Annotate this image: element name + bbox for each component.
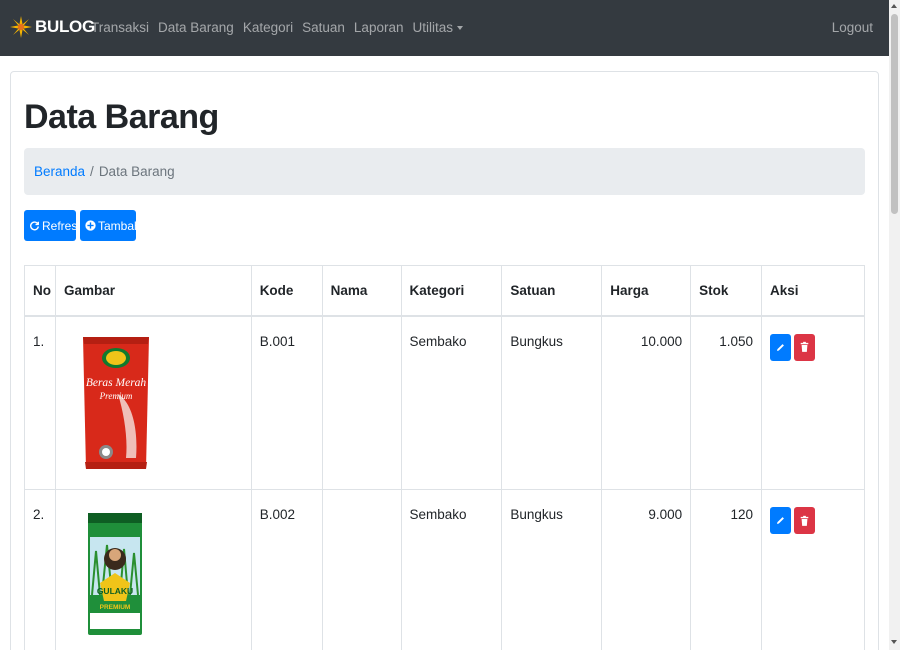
nav-satuan[interactable]: Satuan xyxy=(302,20,345,35)
product-image-gulaku: GULAKU PREMIUM xyxy=(87,513,142,635)
breadcrumb-separator: / xyxy=(90,164,94,179)
cell-nama xyxy=(321,489,402,650)
cell-satuan: Bungkus xyxy=(501,315,603,490)
product-image-text: Beras Merah xyxy=(86,377,147,389)
refresh-label: Refresh xyxy=(42,218,85,233)
cell-aksi xyxy=(761,315,865,490)
cell-kode: B.001 xyxy=(250,315,323,490)
cell-aksi xyxy=(761,489,865,650)
cell-stok: 120 xyxy=(690,489,763,650)
cell-nama xyxy=(321,315,402,490)
cell-satuan: Bungkus xyxy=(501,489,603,650)
tambah-label: Tambah xyxy=(98,218,141,233)
cell-kategori: Sembako xyxy=(400,489,503,650)
header-kode[interactable]: Kode xyxy=(250,265,323,317)
header-nama[interactable]: Nama xyxy=(321,265,402,317)
sun-logo-icon xyxy=(10,16,32,38)
page-title: Data Barang xyxy=(24,98,219,136)
table-row: 1. Beras Merah Premium B.001 Sembako Bun… xyxy=(24,315,865,490)
header-kategori[interactable]: Kategori xyxy=(400,265,503,317)
nav-kategori[interactable]: Kategori xyxy=(243,20,293,35)
refresh-button[interactable]: Refresh xyxy=(24,210,84,241)
brand[interactable]: BULOG xyxy=(10,16,95,38)
cell-harga: 10.000 xyxy=(601,315,692,490)
nav-laporan[interactable]: Laporan xyxy=(354,20,404,35)
nav-utilitas-label: Utilitas xyxy=(412,20,453,35)
header-satuan[interactable]: Satuan xyxy=(501,265,603,317)
scrollbar[interactable] xyxy=(889,0,900,650)
cell-gambar: GULAKU PREMIUM xyxy=(54,489,252,650)
nav-data-barang[interactable]: Data Barang xyxy=(158,20,234,35)
header-harga[interactable]: Harga xyxy=(601,265,692,317)
aksi-buttons xyxy=(770,333,864,361)
cell-gambar: Beras Merah Premium xyxy=(54,315,252,490)
cell-no: 2. xyxy=(24,489,56,650)
nav-menu: Transaksi Data Barang Kategori Satuan La… xyxy=(91,20,472,35)
pencil-icon xyxy=(777,517,784,524)
edit-button[interactable] xyxy=(770,507,792,534)
product-image-text: Premium xyxy=(99,391,133,401)
scroll-thumb[interactable] xyxy=(891,14,898,214)
delete-button[interactable] xyxy=(794,507,816,534)
tambah-button[interactable]: Tambah xyxy=(80,210,141,241)
cell-harga: 9.000 xyxy=(601,489,692,650)
cell-kode: B.002 xyxy=(250,489,323,650)
caret-down-icon xyxy=(456,26,463,31)
header-no[interactable]: No xyxy=(24,265,56,317)
product-image-text: PREMIUM xyxy=(100,604,131,611)
brand-name: BULOG xyxy=(35,17,95,36)
navbar: BULOG Transaksi Data Barang Kategori Sat… xyxy=(0,0,889,56)
trash-icon xyxy=(800,515,809,526)
cell-stok: 1.050 xyxy=(690,315,763,490)
delete-button[interactable] xyxy=(794,333,816,361)
product-image-text: GULAKU xyxy=(97,586,133,596)
edit-button[interactable] xyxy=(770,333,792,361)
cell-kategori: Sembako xyxy=(400,315,503,490)
data-barang-table: No Gambar Kode Nama Kategori Satuan Harg… xyxy=(24,265,865,650)
header-aksi: Aksi xyxy=(761,265,865,317)
nav-transaksi[interactable]: Transaksi xyxy=(91,20,149,35)
pencil-icon xyxy=(777,343,784,351)
logout-link[interactable]: Logout xyxy=(832,20,873,35)
header-gambar[interactable]: Gambar xyxy=(54,265,252,317)
breadcrumb-current: Data Barang xyxy=(98,164,175,179)
trash-icon xyxy=(800,341,809,352)
scroll-down-arrow-icon[interactable] xyxy=(891,640,897,644)
aksi-buttons xyxy=(770,507,864,534)
table-row: 2. GULAKU PREMIUM B.002 Sembako Bungkus … xyxy=(24,489,865,650)
table-header-row: No Gambar Kode Nama Kategori Satuan Harg… xyxy=(24,265,865,317)
scroll-up-arrow-icon[interactable] xyxy=(891,4,897,8)
breadcrumb-home-link[interactable]: Beranda xyxy=(34,164,85,179)
plus-circle-icon xyxy=(85,220,96,231)
breadcrumb: Beranda / Data Barang xyxy=(24,148,865,195)
nav-utilitas-dropdown[interactable]: Utilitas xyxy=(412,20,463,35)
refresh-icon xyxy=(30,221,40,231)
product-image-beras-merah: Beras Merah Premium xyxy=(82,336,149,469)
cell-no: 1. xyxy=(24,315,56,490)
header-stok[interactable]: Stok xyxy=(690,265,763,317)
